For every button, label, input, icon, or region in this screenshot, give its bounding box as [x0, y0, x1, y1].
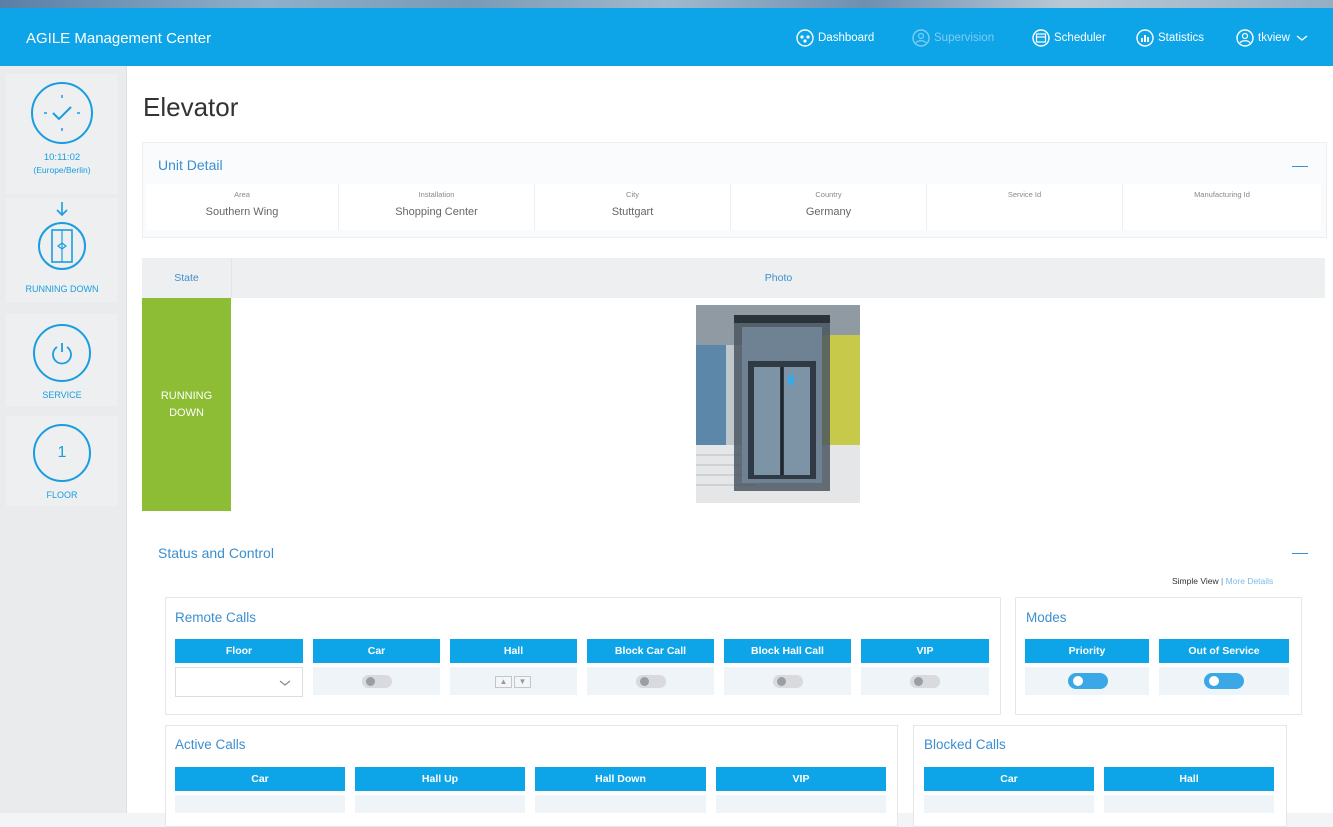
browser-background-strip: [0, 0, 1333, 8]
blocked-car-header: Car: [924, 767, 1094, 791]
state-header: State: [142, 258, 232, 298]
collapse-status-control-button[interactable]: [1292, 553, 1308, 554]
floor-label: FLOOR: [46, 490, 78, 500]
supervision-icon: [912, 29, 930, 47]
remote-block-car-call-header: Block Car Call: [587, 639, 714, 663]
view-separator: |: [1221, 576, 1224, 586]
dashboard-icon: [796, 29, 814, 47]
floor-select[interactable]: [175, 667, 303, 697]
active-car-cell: [175, 795, 345, 813]
block-hall-call-toggle[interactable]: [773, 675, 803, 688]
detail-service-id: Service Id: [927, 184, 1123, 230]
mode-out-of-service-header: Out of Service: [1159, 639, 1289, 663]
priority-toggle[interactable]: [1068, 673, 1108, 689]
remote-vip-header: VIP: [861, 639, 989, 663]
floor-card: 1 FLOOR: [6, 416, 118, 506]
unit-detail-title: Unit Detail: [158, 157, 223, 173]
clock-card: 10:11:02 (Europe/Berlin): [6, 74, 118, 194]
collapse-unit-detail-button[interactable]: [1292, 166, 1308, 167]
elevator-state-card: RUNNING DOWN: [6, 198, 118, 302]
remote-hall-header: Hall: [450, 639, 577, 663]
blocked-calls-title: Blocked Calls: [924, 737, 1006, 752]
more-details-link[interactable]: More Details: [1226, 576, 1274, 586]
active-hall-down-header: Hall Down: [535, 767, 706, 791]
power-icon: [33, 324, 91, 382]
nav-dashboard-label: Dashboard: [818, 32, 875, 44]
simple-view-link[interactable]: Simple View: [1172, 576, 1219, 586]
modes-title: Modes: [1026, 610, 1067, 625]
active-calls-title: Active Calls: [175, 737, 246, 752]
remote-block-hall-call-header: Block Hall Call: [724, 639, 851, 663]
nav-supervision[interactable]: Supervision: [912, 26, 994, 50]
detail-country: Country Germany: [731, 184, 927, 230]
detail-area: Area Southern Wing: [146, 184, 339, 230]
chevron-down-icon: [279, 680, 291, 686]
vip-call-toggle[interactable]: [910, 675, 940, 688]
status-sidebar: 10:11:02 (Europe/Berlin) RUNNING DOWN SE…: [0, 66, 127, 813]
floor-indicator: 1: [33, 424, 91, 482]
service-label: SERVICE: [42, 390, 82, 400]
scheduler-icon: [1032, 29, 1050, 47]
statistics-icon: [1136, 29, 1154, 47]
block-hall-call-cell: [724, 667, 851, 695]
nav-scheduler[interactable]: Scheduler: [1032, 26, 1106, 50]
remote-calls-title: Remote Calls: [175, 610, 257, 625]
nav-user-label: tkview: [1258, 32, 1290, 44]
blocked-hall-header: Hall: [1104, 767, 1274, 791]
block-car-call-toggle[interactable]: [636, 675, 666, 688]
nav-scheduler-label: Scheduler: [1054, 32, 1106, 44]
page-title: Elevator: [143, 92, 239, 122]
active-hall-down-cell: [535, 795, 706, 813]
photo-header: Photo: [232, 258, 1325, 298]
active-vip-cell: [716, 795, 886, 813]
detail-installation: Installation Shopping Center: [339, 184, 535, 230]
top-navbar: AGILE Management Center Dashboard Superv…: [0, 8, 1333, 66]
hall-call-buttons[interactable]: ▲ ▼: [495, 676, 531, 688]
nav-dashboard[interactable]: Dashboard: [796, 26, 874, 50]
clock-icon: [31, 82, 93, 144]
mode-priority-header: Priority: [1025, 639, 1149, 663]
elevator-state-label: RUNNING DOWN: [25, 284, 99, 294]
chevron-down-icon: [1296, 35, 1308, 41]
car-call-toggle[interactable]: [362, 675, 392, 688]
active-vip-header: VIP: [716, 767, 886, 791]
clock-time: 10:11:02: [43, 152, 81, 163]
view-switch: Simple View | More Details: [1172, 576, 1273, 586]
out-of-service-toggle[interactable]: [1204, 673, 1244, 689]
block-car-call-cell: [587, 667, 714, 695]
state-indicator: RUNNING DOWN: [142, 298, 231, 511]
elevator-down-icon: [38, 202, 86, 270]
nav-supervision-label: Supervision: [934, 32, 995, 44]
active-hall-up-cell: [355, 795, 525, 813]
clock-timezone: (Europe/Berlin): [33, 165, 91, 175]
nav-statistics[interactable]: Statistics: [1136, 26, 1204, 50]
vip-call-cell: [861, 667, 989, 695]
car-call-cell: [313, 667, 440, 695]
service-card[interactable]: SERVICE: [6, 314, 118, 406]
out-of-service-cell: [1159, 667, 1289, 695]
remote-floor-header: Floor: [175, 639, 303, 663]
remote-car-header: Car: [313, 639, 440, 663]
hall-call-cell: ▲ ▼: [450, 667, 577, 695]
nav-user-menu[interactable]: tkview: [1236, 26, 1313, 50]
elevator-photo: [696, 305, 860, 503]
blocked-car-cell: [924, 795, 1094, 813]
hall-up-arrow-icon[interactable]: ▲: [495, 676, 512, 688]
status-control-title: Status and Control: [158, 545, 274, 561]
nav-statistics-label: Statistics: [1158, 32, 1205, 44]
priority-cell: [1025, 667, 1149, 695]
app-title: AGILE Management Center: [26, 30, 212, 47]
hall-down-arrow-icon[interactable]: ▼: [514, 676, 531, 688]
detail-city: City Stuttgart: [535, 184, 731, 230]
active-hall-up-header: Hall Up: [355, 767, 525, 791]
blocked-hall-cell: [1104, 795, 1274, 813]
user-icon: [1236, 29, 1254, 47]
active-car-header: Car: [175, 767, 345, 791]
detail-manufacturing-id: Manufacturing Id: [1123, 184, 1321, 230]
